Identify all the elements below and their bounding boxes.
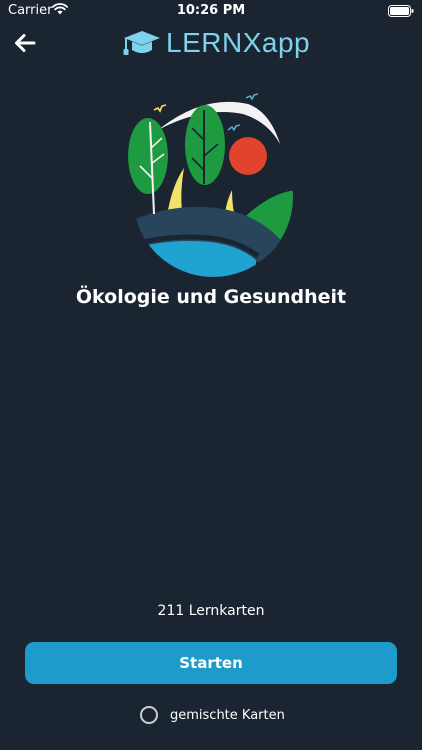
mixed-cards-radio[interactable] <box>140 706 158 724</box>
start-button[interactable]: Starten <box>25 642 397 684</box>
app-name: LERNXapp <box>166 27 311 58</box>
mixed-cards-label: gemischte Karten <box>170 707 285 723</box>
flashcard-count: 211 Lernkarten <box>157 603 265 619</box>
back-button[interactable] <box>10 28 40 58</box>
arrow-left-icon <box>15 34 36 52</box>
status-bar: Carrier 10:26 PM <box>0 0 422 22</box>
nature-landscape-illustration <box>128 93 293 277</box>
topic-title: Ökologie und Gesundheit <box>75 286 347 308</box>
app-logo: LERNXapp <box>122 26 310 60</box>
battery-icon <box>388 5 414 17</box>
navigation-bar: LERNXapp <box>0 22 422 66</box>
mixed-cards-toggle[interactable]: gemischte Karten <box>140 703 285 727</box>
graduation-cap-icon <box>123 31 160 55</box>
status-time: 10:26 PM <box>176 3 246 18</box>
